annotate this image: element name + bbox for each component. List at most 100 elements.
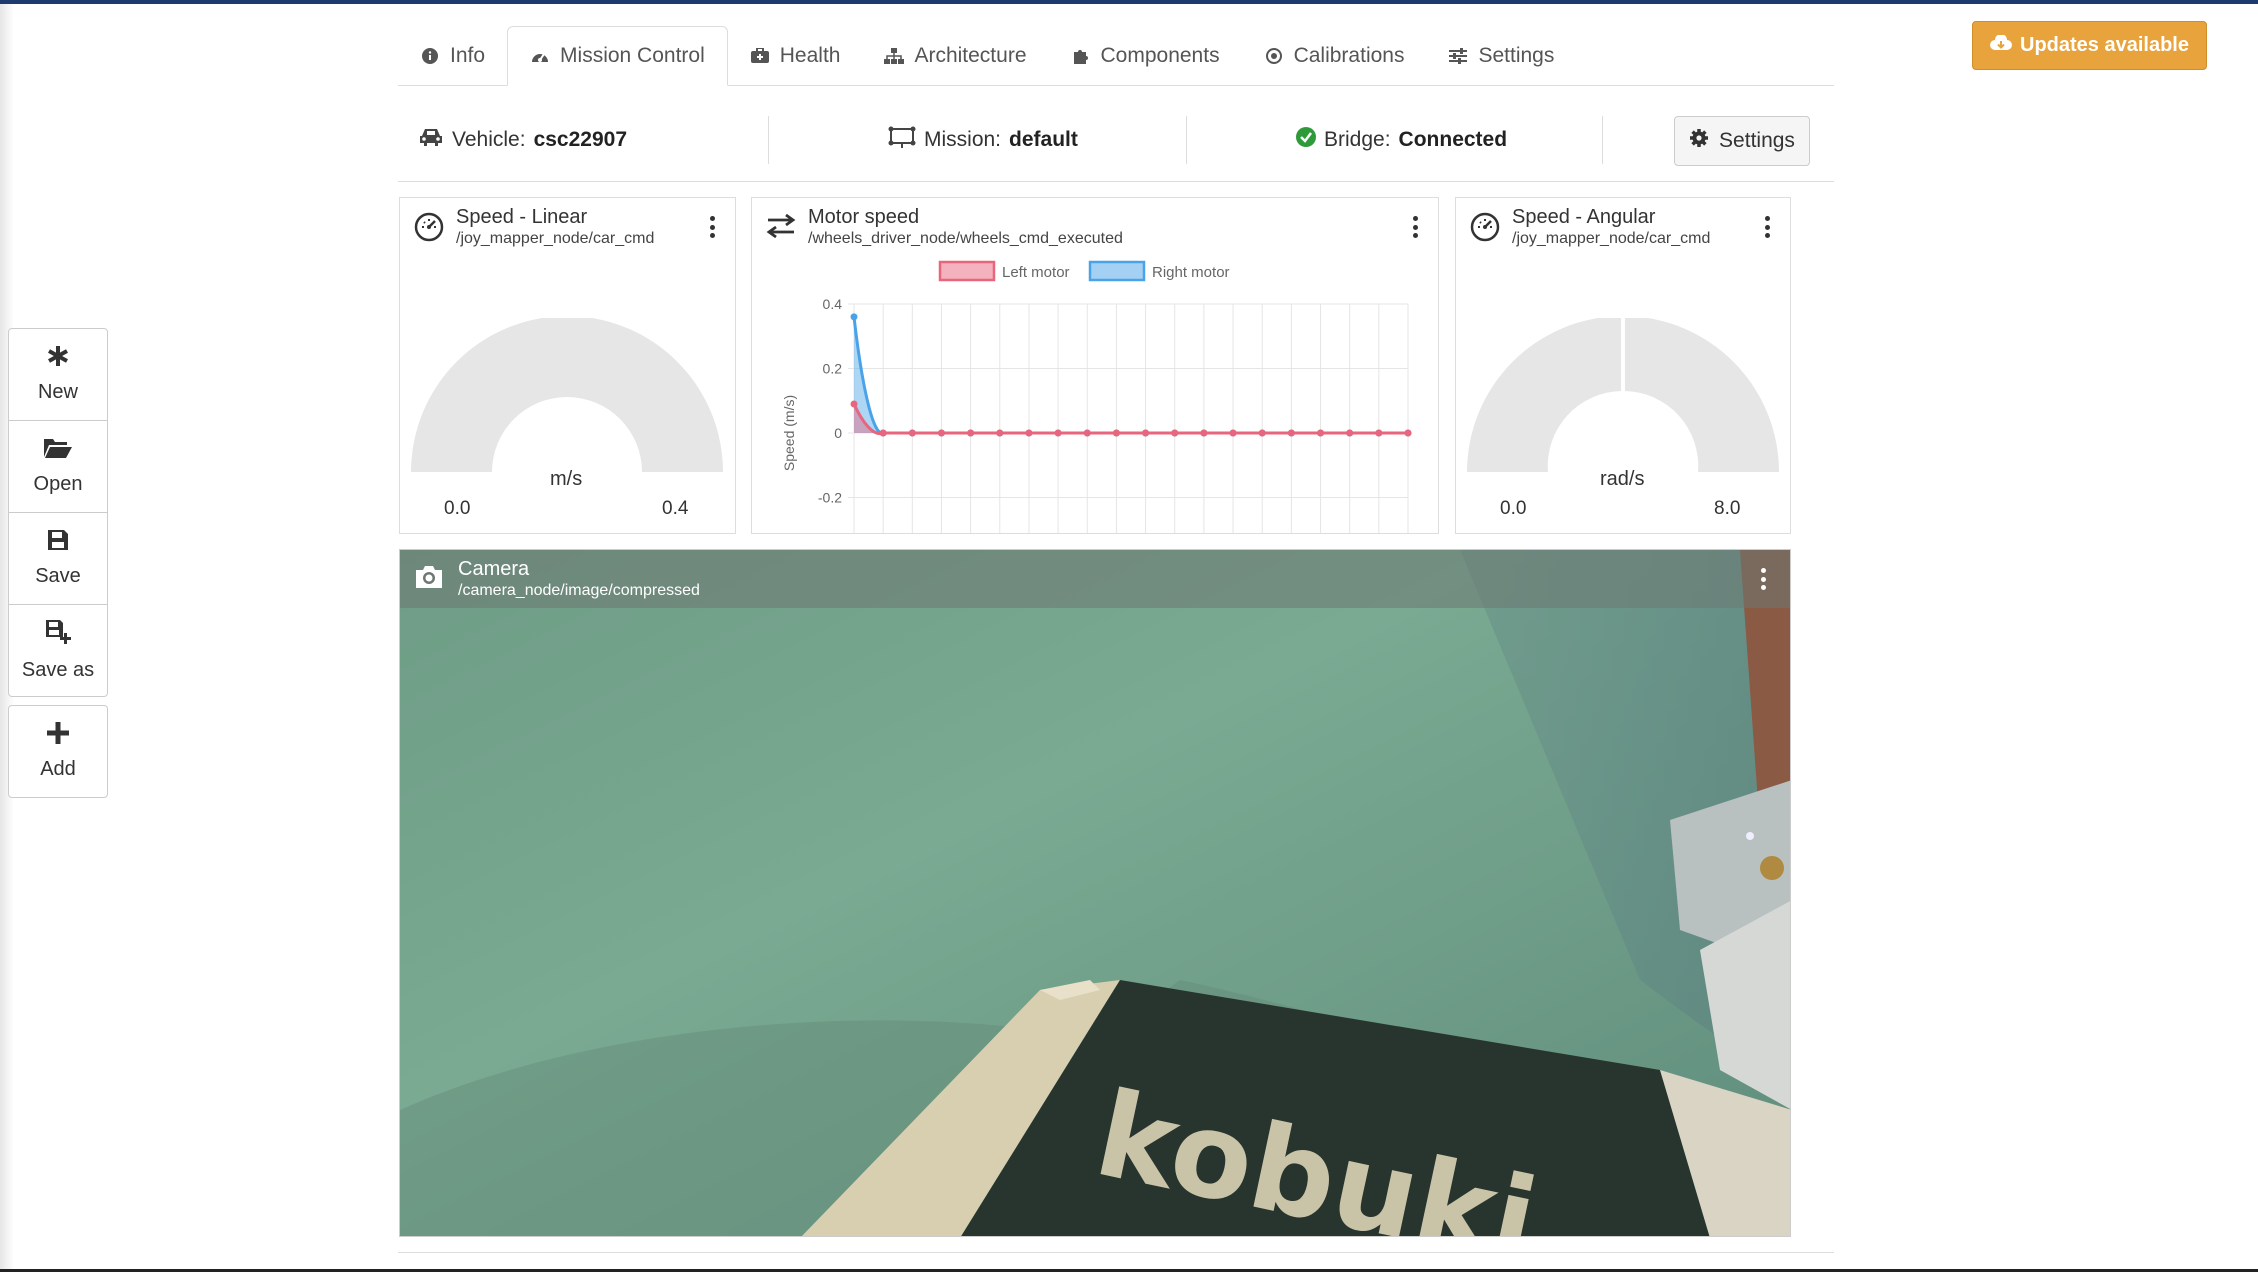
data-point — [1317, 429, 1325, 437]
data-point — [937, 429, 945, 437]
camera-image: kobuki — [400, 550, 1790, 1236]
tab-label: Info — [450, 44, 486, 67]
widget-title: Speed - Linear — [456, 206, 588, 228]
exchange-icon — [766, 213, 796, 244]
settings-label: Settings — [1719, 129, 1795, 152]
widget-topic: /wheels_driver_node/wheels_cmd_executed — [808, 230, 1123, 247]
dashboard-icon — [530, 46, 550, 66]
data-point — [908, 429, 916, 437]
data-point — [1258, 429, 1266, 437]
data-point — [850, 313, 858, 321]
y-axis-label: Speed (m/s) — [781, 395, 797, 471]
data-point — [1200, 429, 1208, 437]
sliders-icon — [1448, 46, 1468, 66]
tab-components[interactable]: Components — [1049, 26, 1242, 86]
vehicle-settings-button[interactable]: Settings — [1674, 116, 1810, 166]
kebab-menu-icon[interactable] — [1760, 568, 1766, 590]
content-bottom-divider — [398, 1252, 1834, 1253]
series-line-left-motor — [852, 403, 1408, 436]
widget-title: Motor speed — [808, 206, 920, 228]
status-bar: Vehicle: csc22907 Mission: default Bridg… — [398, 112, 1834, 182]
legend-swatch — [1088, 260, 1146, 282]
new-button[interactable]: New — [8, 328, 108, 421]
data-point — [1375, 429, 1383, 437]
gauge-max: 0.4 — [662, 498, 689, 519]
y-tick-label: 0.2 — [823, 361, 843, 377]
data-point — [1142, 429, 1150, 437]
open-button[interactable]: Open — [8, 420, 108, 513]
kebab-menu-icon[interactable] — [1412, 216, 1418, 238]
legend-swatch — [938, 260, 996, 282]
motor-speed-chart: 0.40.20-0.2-0.41918171615141312111098765… — [781, 260, 1412, 533]
kebab-menu-icon[interactable] — [709, 216, 715, 238]
tab-health[interactable]: Health — [728, 26, 863, 86]
data-point — [967, 429, 975, 437]
legend-label: Right motor — [1152, 264, 1230, 281]
data-point — [1054, 429, 1062, 437]
car-icon — [418, 127, 444, 153]
data-point — [996, 429, 1004, 437]
status-divider — [1186, 116, 1187, 164]
updates-label: Updates available — [2020, 34, 2189, 56]
widget-header: Speed - Angular /joy_mapper_node/car_cmd — [1456, 198, 1790, 250]
status-divider — [768, 116, 769, 164]
new-label: New — [37, 381, 78, 403]
tab-label: Calibrations — [1293, 44, 1405, 67]
speed-linear-widget: Speed - Linear /joy_mapper_node/car_cmd … — [399, 197, 736, 534]
series-area-right-motor — [854, 316, 1408, 434]
widget-title: Camera — [458, 558, 530, 580]
tab-architecture[interactable]: Architecture — [862, 26, 1048, 86]
speed-angular-widget: Speed - Angular /joy_mapper_node/car_cmd… — [1455, 197, 1791, 534]
camera-icon — [414, 564, 444, 594]
side-toolbar: New Open Save Save as Add — [8, 328, 108, 798]
tab-calibrations[interactable]: Calibrations — [1242, 26, 1427, 86]
data-point — [1083, 429, 1091, 437]
save-as-label: Save as — [21, 659, 95, 681]
updates-available-button[interactable]: Updates available — [1972, 21, 2207, 70]
data-point — [1025, 429, 1033, 437]
bridge-label: Bridge: — [1324, 128, 1391, 151]
save-as-button[interactable]: Save as — [8, 604, 108, 697]
medkit-icon — [750, 46, 770, 66]
mission-label: Mission: — [924, 128, 1002, 151]
data-point — [1112, 429, 1120, 437]
y-tick-label: 0 — [834, 425, 842, 441]
series-line-right-motor — [852, 316, 1408, 435]
tab-info[interactable]: Info — [398, 26, 507, 86]
widget-topic: /joy_mapper_node/car_cmd — [456, 230, 655, 247]
gauge-min: 0.0 — [1500, 498, 1527, 519]
tab-label: Mission Control — [560, 44, 705, 67]
widget-header: Motor speed /wheels_driver_node/wheels_c… — [752, 198, 1438, 250]
folder-open-icon — [43, 437, 73, 465]
save-label: Save — [35, 565, 81, 587]
kebab-menu-icon[interactable] — [1764, 216, 1770, 238]
angular-gauge — [1467, 318, 1779, 472]
tab-label: Architecture — [914, 44, 1027, 67]
save-button[interactable]: Save — [8, 512, 108, 605]
info-icon — [420, 46, 440, 66]
vehicle-label: Vehicle: — [452, 128, 526, 151]
linear-gauge — [411, 318, 723, 472]
check-circle-icon — [1296, 127, 1316, 153]
data-point — [879, 429, 887, 437]
plus-icon — [47, 722, 69, 750]
asterisk-icon — [47, 345, 69, 373]
bridge-status: Bridge: Connected — [1296, 112, 1507, 168]
puzzle-icon — [1071, 46, 1091, 66]
gauge-unit: rad/s — [1600, 468, 1645, 490]
open-label: Open — [33, 473, 83, 495]
map-route-icon — [888, 126, 916, 154]
tab-mission-control[interactable]: Mission Control — [507, 26, 728, 86]
floppy-plus-icon — [45, 619, 71, 651]
y-tick-label: -0.2 — [818, 490, 842, 506]
vehicle-status: Vehicle: csc22907 — [418, 112, 627, 168]
bridge-value: Connected — [1398, 128, 1508, 151]
cloud-download-icon — [1990, 34, 2013, 57]
data-point — [1404, 429, 1412, 437]
data-point — [1287, 429, 1295, 437]
data-point — [1229, 429, 1237, 437]
tab-label: Health — [779, 44, 841, 67]
widget-title: Speed - Angular — [1512, 206, 1656, 228]
tab-settings[interactable]: Settings — [1426, 26, 1576, 86]
add-button[interactable]: Add — [8, 705, 108, 798]
